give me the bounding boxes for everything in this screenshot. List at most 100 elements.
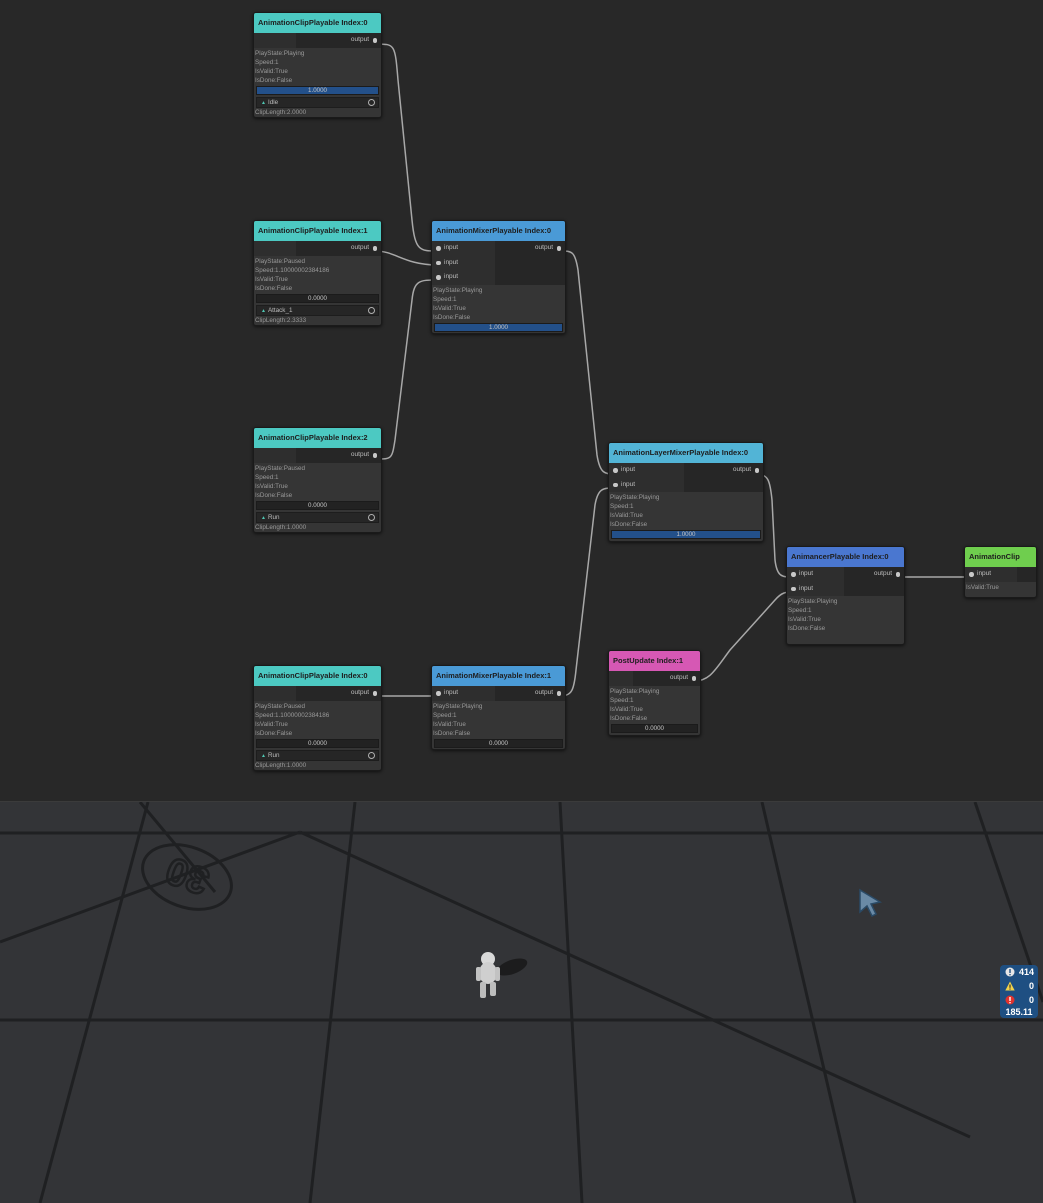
playable-graph-view[interactable]: AnimationClipPlayable Index:0 output Pla… [0, 0, 1043, 801]
input-port[interactable]: input [609, 463, 684, 478]
output-port[interactable]: output [296, 686, 381, 701]
output-port[interactable]: output [296, 448, 381, 463]
clip-field[interactable]: ▲ Run [256, 511, 379, 523]
error-count-row[interactable]: 0 [1000, 993, 1038, 1007]
post-update-node[interactable]: PostUpdate Index:1 output PlayState:Play… [608, 650, 701, 736]
port-dot-icon[interactable] [613, 468, 618, 473]
port-dot-icon[interactable] [436, 246, 441, 251]
input-label: input [444, 244, 459, 251]
port-dot-icon[interactable] [556, 691, 561, 696]
game-viewport[interactable]: 30 [0, 801, 1043, 1203]
output-port[interactable]: output [495, 241, 565, 256]
wire-clip2-mixer0 [375, 279, 438, 460]
output-port[interactable]: output [495, 686, 565, 701]
node-title: AnimationLayerMixerPlayable Index:0 [609, 443, 763, 463]
clip-playable-node-2[interactable]: AnimationClipPlayable Index:2 output Pla… [253, 427, 382, 533]
input-label: input [977, 570, 992, 577]
node-title: AnimationClipPlayable Index:0 [254, 13, 381, 33]
is-valid: IsValid:True [788, 616, 821, 624]
object-picker-icon[interactable] [368, 99, 375, 107]
animation-clip-output-node[interactable]: AnimationClip input IsValid:True [964, 546, 1037, 598]
weight-value: 0.0000 [308, 739, 327, 747]
cursor-icon [859, 888, 882, 918]
weight-value: 1.0000 [308, 86, 327, 94]
play-state: PlayState:Playing [255, 49, 305, 57]
fps-readout: 185.11 [1005, 1007, 1033, 1017]
layer-mixer-playable-node[interactable]: AnimationLayerMixerPlayable Index:0 inpu… [608, 442, 764, 542]
output-port[interactable]: output [633, 671, 700, 686]
weight-value: 1.0000 [489, 323, 508, 331]
port-dot-icon[interactable] [791, 572, 796, 577]
mixer-playable-node-1[interactable]: AnimationMixerPlayable Index:1 input out… [431, 665, 566, 750]
triangle-icon: ▲ [261, 99, 266, 106]
port-dot-icon[interactable] [895, 572, 900, 577]
warning-count-row[interactable]: 0 [1000, 979, 1038, 993]
animancer-playable-node[interactable]: AnimancerPlayable Index:0 input input ou… [786, 546, 905, 645]
triangle-icon: ▲ [261, 752, 266, 759]
port-dot-icon[interactable] [969, 572, 974, 577]
debug-stats-panel[interactable]: 414 0 0 185.11 [1000, 965, 1038, 1018]
object-picker-icon[interactable] [368, 752, 375, 760]
clip-field[interactable]: ▲ Attack_1 [256, 304, 379, 316]
port-dot-icon[interactable] [556, 246, 561, 251]
input-label: input [444, 258, 459, 266]
object-picker-icon[interactable] [368, 307, 375, 315]
input-port[interactable]: input [432, 241, 495, 256]
port-dot-icon[interactable] [372, 246, 377, 251]
output-label: output [350, 36, 369, 43]
output-port[interactable]: output [296, 241, 381, 256]
clip-playable-node-1[interactable]: AnimationClipPlayable Index:1 output Pla… [253, 220, 382, 326]
input-port[interactable]: input [965, 567, 1017, 582]
clip-field[interactable]: ▲ Idle [256, 96, 379, 108]
input-port[interactable]: input [609, 478, 684, 493]
object-picker-icon[interactable] [368, 514, 375, 522]
port-dot-icon[interactable] [613, 482, 618, 488]
is-valid: IsValid:True [255, 275, 288, 283]
output-port[interactable]: output [844, 567, 904, 582]
play-state: PlayState:Paused [255, 702, 306, 710]
port-dot-icon[interactable] [691, 676, 696, 681]
clip-name: Attack_1 [267, 306, 293, 314]
input-port[interactable]: input [432, 686, 495, 701]
input-label: input [621, 480, 636, 488]
is-done: IsDone:False [255, 491, 293, 499]
weight-bar[interactable]: 0.0000 [256, 500, 379, 510]
character-model[interactable] [468, 949, 532, 1005]
port-dot-icon[interactable] [436, 691, 441, 696]
mixer-playable-node-0[interactable]: AnimationMixerPlayable Index:0 input inp… [431, 220, 566, 334]
input-label: input [444, 273, 459, 281]
input-port[interactable]: input [432, 270, 495, 285]
clip-playable-node-0[interactable]: AnimationClipPlayable Index:0 output Pla… [253, 12, 382, 118]
output-label: output [534, 689, 553, 696]
weight-value: 0.0000 [308, 294, 327, 302]
weight-bar[interactable]: 0.0000 [256, 738, 379, 748]
port-dot-icon[interactable] [791, 586, 796, 592]
port-dot-icon[interactable] [372, 38, 377, 43]
clip-name: Run [267, 513, 280, 521]
port-dot-icon[interactable] [754, 468, 759, 473]
wire-post-animancer [693, 591, 794, 682]
input-port[interactable]: input [787, 582, 844, 597]
port-dot-icon[interactable] [372, 691, 377, 696]
port-dot-icon[interactable] [436, 260, 441, 266]
input-label: input [621, 466, 636, 473]
weight-bar[interactable]: 0.0000 [611, 723, 698, 733]
weight-bar[interactable]: 0.0000 [434, 738, 563, 748]
play-state: PlayState:Playing [788, 598, 838, 606]
input-port[interactable]: input [432, 256, 495, 271]
clip-playable-node-3[interactable]: AnimationClipPlayable Index:0 output Pla… [253, 665, 382, 771]
output-port[interactable]: output [296, 33, 381, 48]
weight-bar[interactable]: 1.0000 [611, 530, 761, 540]
is-done: IsDone:False [433, 313, 471, 321]
clip-field[interactable]: ▲ Run [256, 749, 379, 761]
output-port[interactable]: output [684, 463, 763, 478]
weight-bar[interactable]: 1.0000 [434, 322, 563, 332]
weight-bar[interactable]: 0.0000 [256, 293, 379, 303]
error-count: 0 [1028, 995, 1034, 1005]
port-dot-icon[interactable] [436, 275, 441, 280]
input-port[interactable]: input [787, 567, 844, 582]
info-icon [1005, 967, 1015, 977]
port-dot-icon[interactable] [372, 453, 377, 458]
log-count-row[interactable]: 414 [1000, 965, 1038, 979]
weight-bar[interactable]: 1.0000 [256, 85, 379, 95]
